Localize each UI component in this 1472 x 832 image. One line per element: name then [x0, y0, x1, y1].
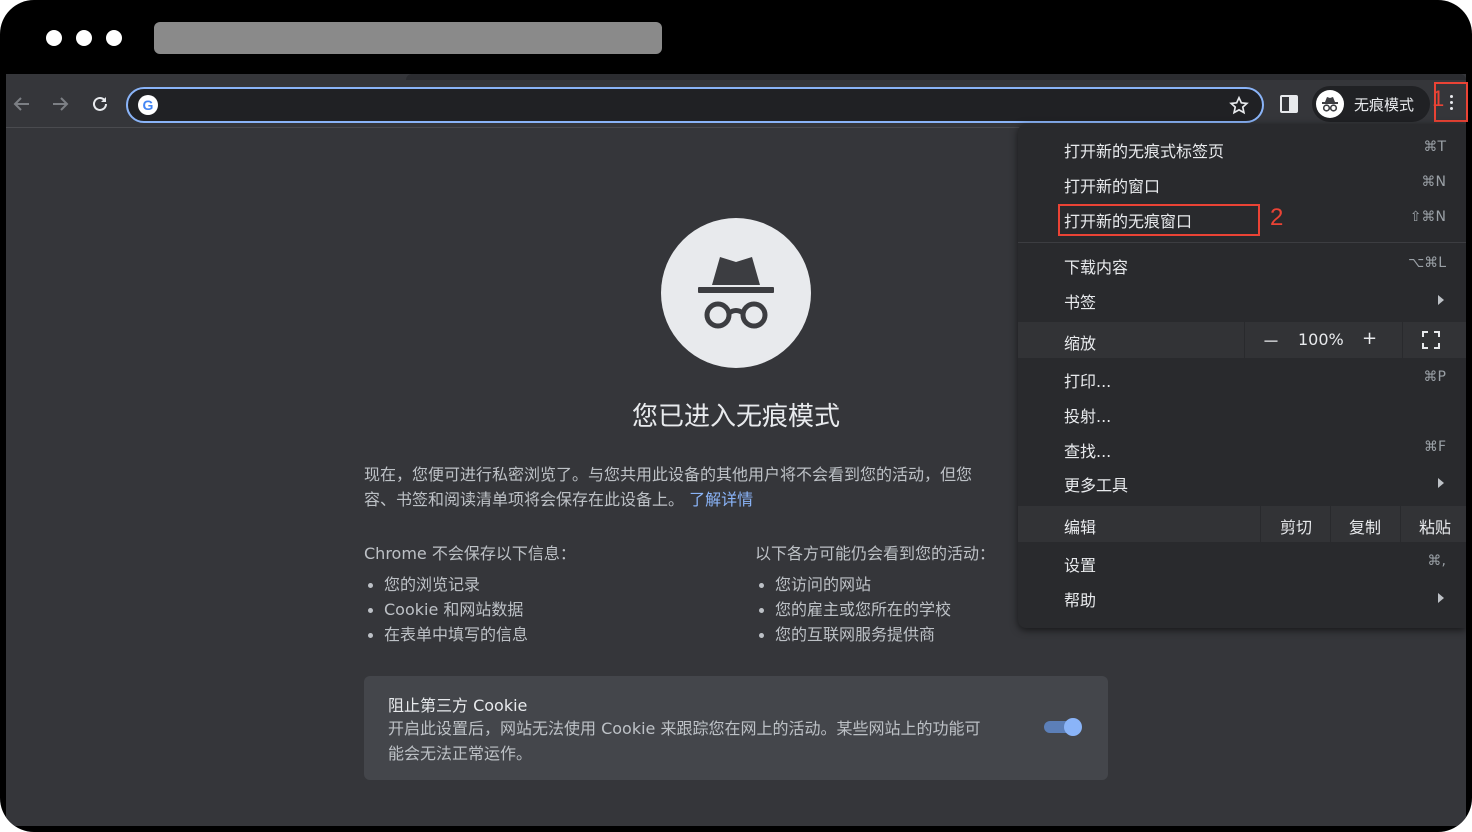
zoom-label: 缩放 — [1064, 334, 1097, 353]
menu-item-label: 下载内容 — [1064, 258, 1129, 277]
minimize-window-dot[interactable] — [76, 30, 92, 46]
annotation-step-2: 2 — [1270, 204, 1284, 231]
menu-item-label: 帮助 — [1064, 591, 1097, 610]
menu-item-downloads[interactable]: 下载内容 ⌥⌘L — [1018, 248, 1466, 282]
forward-button[interactable] — [48, 92, 72, 116]
menu-item-cast[interactable]: 投射... — [1018, 397, 1466, 431]
copy-button[interactable]: 复制 — [1349, 514, 1381, 538]
annotation-highlight-box — [1058, 204, 1260, 236]
menu-item-label: 查找... — [1064, 442, 1112, 461]
maximize-window-dot[interactable] — [106, 30, 122, 46]
cookie-block-card: 阻止第三方 Cookie 开启此设置后，网站无法使用 Cookie 来跟踪您在网… — [364, 676, 1108, 780]
intro-line-2-text: 容、书签和阅读清单项将会保存在此设备上。 — [364, 490, 685, 509]
menu-item-new-window[interactable]: 打开新的窗口 ⌘N — [1018, 167, 1466, 201]
menu-divider — [1018, 242, 1466, 243]
intro-paragraph: 现在，您便可进行私密浏览了。与您共用此设备的其他用户将不会看到您的活动，但您 容… — [364, 462, 1024, 512]
third-party-cookie-toggle[interactable] — [1044, 718, 1082, 736]
cookie-desc-line-2: 能会无法正常运作。 — [388, 744, 533, 763]
submenu-arrow-icon — [1438, 295, 1444, 305]
reload-icon — [93, 96, 107, 111]
list-item: 在表单中填写的信息 — [364, 622, 724, 647]
annotation-step-1: 1 — [1432, 86, 1445, 111]
menu-item-help[interactable]: 帮助 — [1018, 581, 1466, 615]
menu-item-shortcut: ⇧⌘N — [1409, 209, 1446, 225]
menu-item-shortcut: ⌘, — [1427, 553, 1446, 569]
menu-item-more-tools[interactable]: 更多工具 — [1018, 466, 1466, 500]
incognito-profile-button[interactable]: 无痕模式 — [1312, 86, 1430, 122]
menu-item-find[interactable]: 查找... ⌘F — [1018, 432, 1466, 466]
side-panel-icon[interactable] — [1280, 95, 1298, 113]
menu-item-shortcut: ⌘N — [1421, 174, 1446, 190]
list-item: 您的浏览记录 — [364, 572, 724, 597]
address-bar[interactable]: G — [126, 87, 1264, 123]
menu-item-shortcut: ⌘T — [1423, 139, 1446, 155]
page-title: 您已进入无痕模式 — [631, 402, 840, 432]
menu-item-label: 打开新的窗口 — [1064, 177, 1161, 196]
menu-item-label: 打开新的无痕式标签页 — [1064, 142, 1225, 161]
reload-button[interactable] — [88, 92, 112, 116]
cookie-desc-line-1: 开启此设置后，网站无法使用 Cookie 来跟踪您在网上的活动。某些网站上的功能… — [388, 719, 981, 738]
zoom-in-button[interactable]: + — [1362, 328, 1377, 349]
menu-item-label: 更多工具 — [1064, 476, 1129, 495]
paste-button[interactable]: 粘贴 — [1419, 514, 1451, 538]
list-item: Cookie 和网站数据 — [364, 597, 724, 622]
menu-item-label: 投射... — [1064, 407, 1112, 426]
intro-line-1: 现在，您便可进行私密浏览了。与您共用此设备的其他用户将不会看到您的活动，但您 — [364, 465, 973, 484]
menu-item-shortcut: ⌥⌘L — [1408, 255, 1446, 271]
zoom-level: 100% — [1298, 330, 1344, 349]
submenu-arrow-icon — [1438, 593, 1444, 603]
menu-item-label: 打印... — [1064, 372, 1112, 391]
cookie-card-description: 开启此设置后，网站无法使用 Cookie 来跟踪您在网上的活动。某些网站上的功能… — [388, 716, 1028, 766]
submenu-arrow-icon — [1438, 478, 1444, 488]
incognito-hero-icon — [661, 218, 811, 368]
fullscreen-icon[interactable] — [1422, 331, 1440, 349]
bookmark-star-icon[interactable] — [1228, 95, 1250, 117]
menu-item-bookmarks[interactable]: 书签 — [1018, 283, 1466, 317]
incognito-avatar-icon — [1316, 90, 1344, 118]
google-icon: G — [138, 95, 158, 115]
menu-item-label: 书签 — [1064, 293, 1097, 312]
menu-item-settings[interactable]: 设置 ⌘, — [1018, 546, 1466, 580]
not-saved-section: Chrome 不会保存以下信息： 您的浏览记录 Cookie 和网站数据 在表单… — [364, 542, 724, 647]
menu-item-print[interactable]: 打印... ⌘P — [1018, 362, 1466, 396]
menu-item-new-incognito-tab[interactable]: 打开新的无痕式标签页 ⌘T — [1018, 132, 1466, 166]
window-controls — [46, 30, 122, 46]
chrome-main-menu: 打开新的无痕式标签页 ⌘T 打开新的窗口 ⌘N 打开新的无痕窗口 ⇧⌘N 2 下… — [1018, 124, 1466, 628]
not-saved-heading: Chrome 不会保存以下信息： — [364, 544, 576, 563]
tab-notch — [406, 74, 1466, 80]
cookie-card-title: 阻止第三方 Cookie — [388, 696, 528, 715]
menu-item-shortcut: ⌘P — [1423, 369, 1446, 385]
zoom-out-button[interactable]: － — [1262, 328, 1280, 354]
close-window-dot[interactable] — [46, 30, 62, 46]
toolbar: G 无痕模式 — [6, 74, 1468, 128]
tab-strip-placeholder — [154, 22, 662, 54]
cut-button[interactable]: 剪切 — [1280, 514, 1312, 538]
edit-row: 编辑 剪切 复制 粘贴 — [1018, 506, 1466, 542]
more-vert-icon — [1449, 94, 1453, 110]
menu-item-label: 设置 — [1064, 556, 1097, 575]
incognito-label: 无痕模式 — [1354, 95, 1415, 114]
intro-line-2: 容、书签和阅读清单项将会保存在此设备上。 了解详情 — [364, 487, 1024, 512]
zoom-row: 缩放 － 100% + — [1018, 322, 1466, 358]
arrow-right-icon — [53, 97, 69, 111]
learn-more-link[interactable]: 了解详情 — [689, 490, 753, 509]
arrow-left-icon — [13, 97, 29, 111]
browser-window: G 无痕模式 1 您已进入无痕模式 现在，您便可进行私密浏览了。与您共用此设备的… — [0, 0, 1472, 832]
menu-item-shortcut: ⌘F — [1423, 439, 1446, 455]
edit-label: 编辑 — [1064, 518, 1097, 537]
back-button[interactable] — [10, 92, 34, 116]
